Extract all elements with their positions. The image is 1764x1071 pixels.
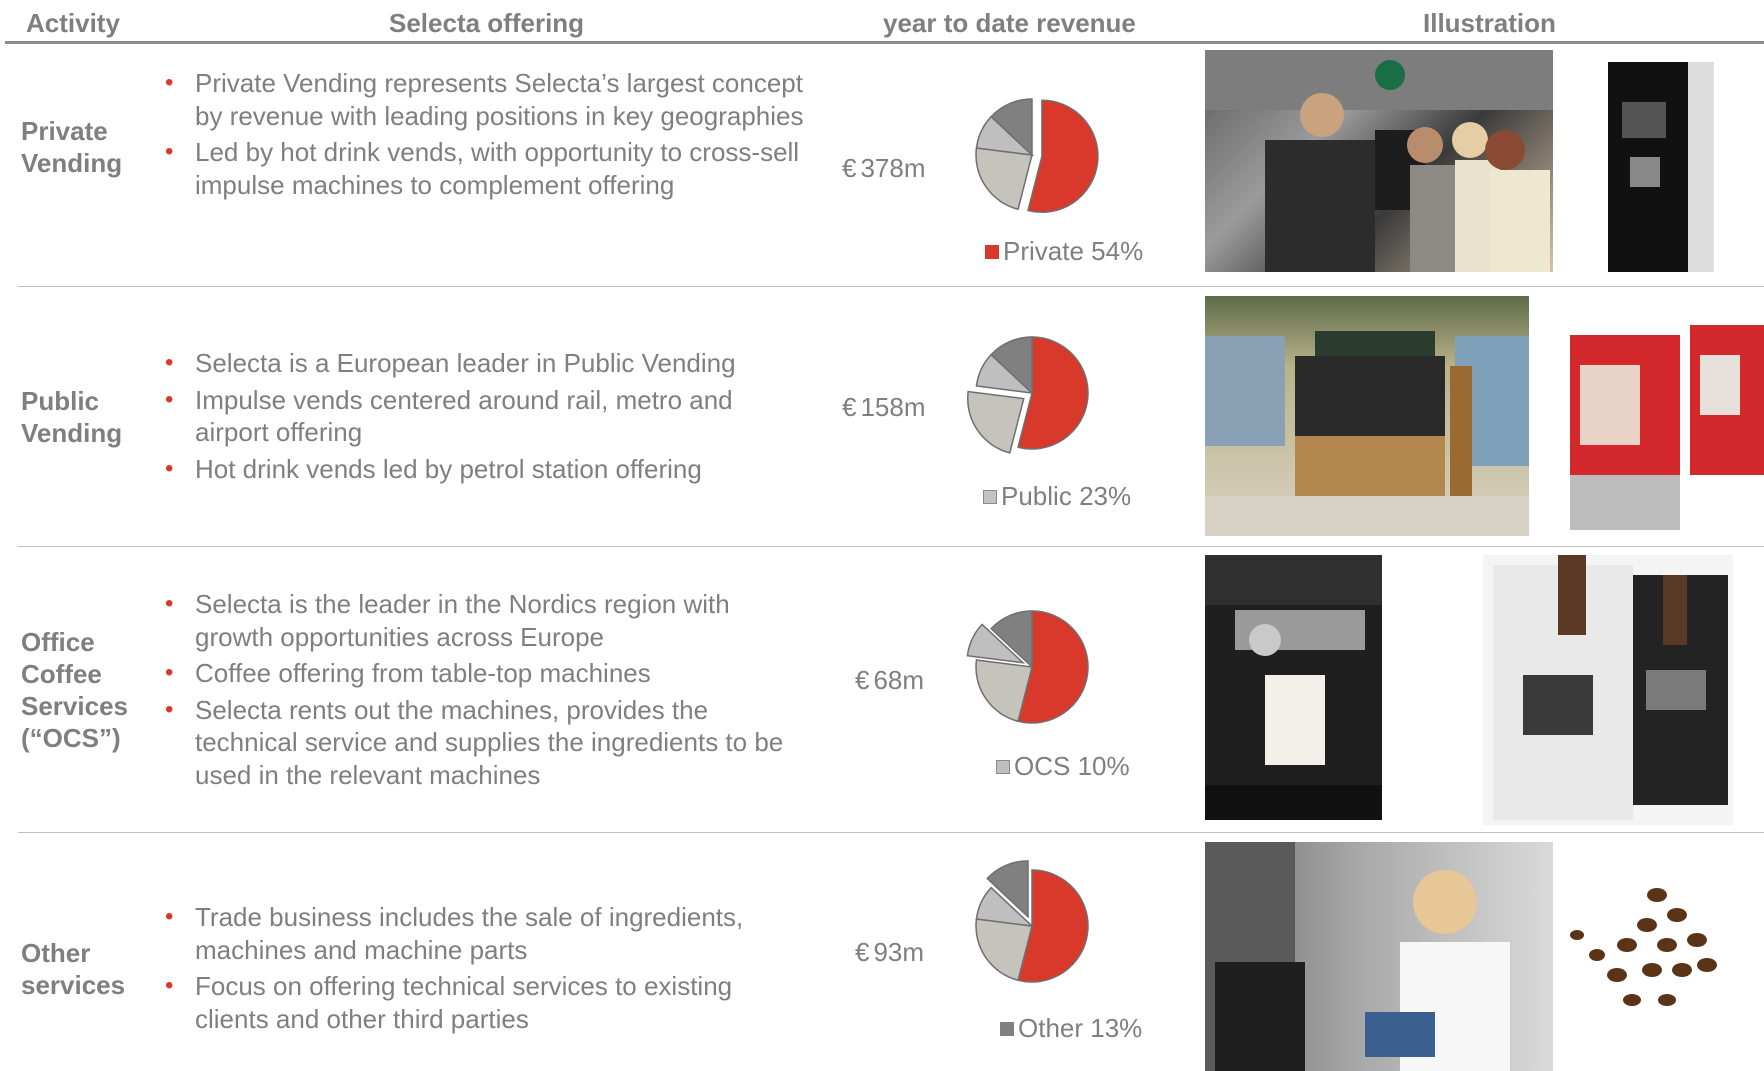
list-item: Hot drink vends led by petrol station of… (165, 453, 805, 486)
list-item: Selecta is the leader in the Nordics reg… (165, 588, 805, 653)
pie-slice-public (966, 390, 1025, 454)
red-vending-machines-photo (1560, 325, 1764, 535)
list-item: Focus on offering technical services to … (165, 970, 805, 1035)
activity-label: Vending (21, 148, 123, 178)
activity-public-vending: Public Vending (21, 385, 122, 449)
coffee-beans-photo (1557, 845, 1743, 1045)
list-item: Impulse vends centered around rail, metr… (165, 384, 805, 449)
legend-swatch (996, 760, 1010, 774)
pie-chart-other (975, 860, 1089, 983)
currency-symbol: € (855, 665, 870, 695)
activity-label: Office (21, 627, 95, 657)
list-item: Coffee offering from table-top machines (165, 657, 805, 690)
list-item: Selecta is a European leader in Public V… (165, 347, 805, 380)
woman-refilling-machine-photo (1205, 842, 1553, 1071)
currency-symbol: € (855, 937, 870, 967)
header-illustration: Illustration (1423, 8, 1556, 38)
legend-label: Public (1001, 481, 1072, 511)
offering-list: Selecta is the leader in the Nordics reg… (165, 588, 805, 795)
activity-label: Coffee (21, 659, 102, 689)
revenue-amount: 378m (860, 153, 926, 183)
revenue-value: €93m (855, 937, 924, 968)
activity-label: Private (21, 116, 108, 146)
header-activity: Activity (26, 8, 120, 38)
legend-label: Other (1018, 1013, 1084, 1043)
activity-label: services (21, 970, 126, 1000)
legend-value: 54% (1091, 236, 1144, 266)
offering-list: Private Vending represents Selecta’s lar… (165, 67, 805, 205)
row-divider (18, 832, 1764, 833)
pie-slice-public (975, 147, 1033, 211)
legend-swatch (1000, 1022, 1014, 1036)
activity-label: Other (21, 938, 91, 968)
revenue-value: €68m (855, 665, 924, 696)
activity-ocs: Office Coffee Services (“OCS”) (21, 626, 128, 754)
row-divider (18, 546, 1764, 547)
legend-label: Private (1003, 236, 1084, 266)
starbucks-coffee-scene-photo (1205, 50, 1553, 272)
revenue-amount: 93m (873, 937, 925, 967)
activity-label: (“OCS”) (21, 723, 121, 753)
legend-swatch (985, 245, 999, 259)
currency-symbol: € (842, 153, 857, 183)
pie-chart-public (966, 336, 1089, 454)
revenue-amount: 158m (860, 392, 926, 422)
legend-value: 23% (1079, 481, 1132, 511)
activity-label: Public (21, 386, 100, 416)
legend-label: OCS (1014, 751, 1071, 781)
row-divider (18, 286, 1764, 287)
starbucks-kiosk-photo (1205, 296, 1529, 536)
chart-legend: Other 13% (1000, 1013, 1142, 1044)
revenue-amount: 68m (873, 665, 925, 695)
coffee-machine-closeup-photo (1205, 555, 1382, 820)
activity-private-vending: Private Vending (21, 115, 122, 179)
offering-list: Trade business includes the sale of ingr… (165, 901, 805, 1039)
list-item: Selecta rents out the machines, provides… (165, 694, 805, 792)
revenue-value: €158m (842, 392, 926, 423)
pie-chart-private (975, 98, 1099, 213)
chart-legend: Public 23% (983, 481, 1131, 512)
legend-value: 10% (1077, 751, 1130, 781)
activity-other-services: Other services (21, 937, 125, 1001)
table-top-coffee-machines-photo (1483, 555, 1733, 825)
activity-label: Services (21, 691, 128, 721)
chart-legend: Private 54% (985, 236, 1143, 267)
legend-swatch (983, 490, 997, 504)
vending-machine-photo (1600, 62, 1720, 272)
list-item: Led by hot drink vends, with opportunity… (165, 136, 805, 201)
offering-list: Selecta is a European leader in Public V… (165, 347, 805, 489)
activity-label: Vending (21, 418, 123, 448)
list-item: Private Vending represents Selecta’s lar… (165, 67, 805, 132)
pie-slice-private (1027, 99, 1099, 213)
list-item: Trade business includes the sale of ingr… (165, 901, 805, 966)
pie-chart-ocs (966, 610, 1089, 724)
currency-symbol: € (842, 392, 857, 422)
legend-value: 13% (1090, 1013, 1143, 1043)
header-revenue: year to date revenue (883, 8, 1136, 38)
chart-legend: OCS 10% (996, 751, 1130, 782)
header-offering: Selecta offering (389, 8, 585, 38)
header-rule (5, 41, 1764, 44)
revenue-value: €378m (842, 153, 926, 184)
